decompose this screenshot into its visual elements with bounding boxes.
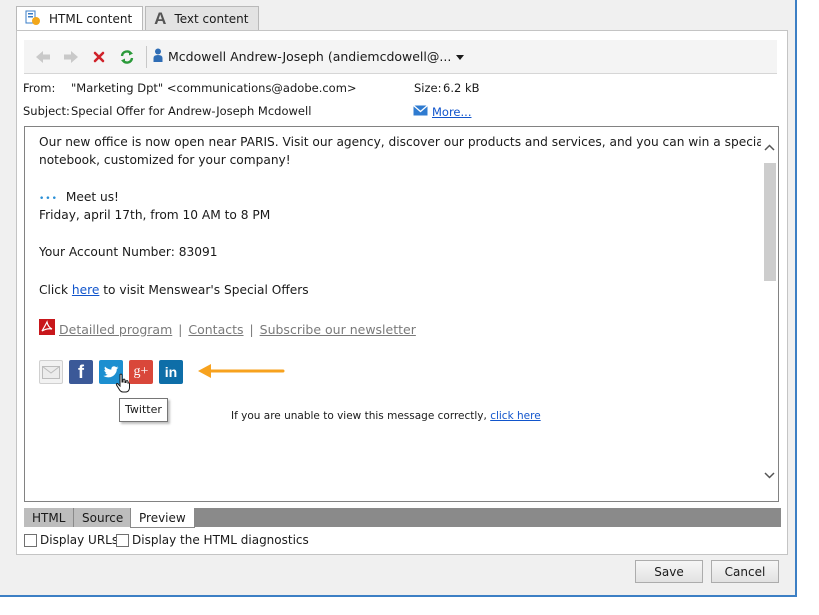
facebook-icon[interactable]: f (69, 360, 93, 384)
message-preview: Our new office is now open near PARIS. V… (24, 126, 779, 502)
display-urls-checkbox[interactable]: Display URLs (24, 533, 118, 547)
subject-label: Subject: (23, 104, 70, 118)
dots-icon: ••• (39, 194, 58, 204)
toolbar-separator (146, 45, 147, 68)
pdf-icon (39, 319, 55, 340)
view-tab-bar: HTML Source Preview (24, 508, 781, 528)
scroll-up-icon[interactable] (761, 139, 778, 156)
click-line: Click here to visit Menswear's Special O… (39, 281, 309, 299)
linkedin-icon[interactable]: in (159, 360, 183, 384)
detailled-program-link[interactable]: Detailled program (59, 321, 172, 339)
html-diagnostics-checkbox[interactable]: Display the HTML diagnostics (116, 533, 309, 547)
more-link-label: More... (432, 105, 472, 119)
click-suffix: to visit Menswear's Special Offers (103, 283, 309, 297)
person-icon (153, 48, 163, 65)
cancel-button[interactable]: Cancel (711, 560, 779, 583)
account-line: Your Account Number: 83091 (39, 245, 218, 259)
social-icons: f g+ in (39, 360, 183, 384)
html-diagnostics-label: Display the HTML diagnostics (132, 533, 309, 547)
tab-source-view[interactable]: Source (74, 508, 133, 527)
tab-text-content-label: Text content (174, 11, 249, 26)
orange-arrow-icon (197, 362, 287, 385)
here-link[interactable]: here (72, 283, 99, 297)
google-plus-icon[interactable]: g+ (129, 360, 153, 384)
more-link[interactable]: More... (413, 105, 471, 119)
subject-value: Special Offer for Andrew-Joseph Mcdowell (71, 104, 312, 118)
tab-text-content[interactable]: A Text content (145, 6, 260, 30)
intro-line-1: Our new office is now open near PARIS. V… (39, 135, 768, 149)
twitter-tooltip: Twitter (119, 398, 168, 422)
text-A-icon: A (154, 8, 167, 28)
unable-view-line: If you are unable to view this message c… (231, 407, 541, 425)
forward-arrow-icon[interactable] (60, 46, 82, 68)
html-diagnostics-box[interactable] (116, 533, 129, 547)
tab-html-view[interactable]: HTML (24, 508, 75, 527)
content-tabs: HTML content A Text content (16, 6, 260, 31)
meet-us-text: Meet us! (65, 190, 119, 204)
vertical-scrollbar[interactable] (761, 127, 778, 501)
contacts-link[interactable]: Contacts (188, 321, 243, 339)
tab-html-content[interactable]: HTML content (16, 6, 144, 31)
html-content-panel: Mcdowell Andrew-Joseph (andiemcdowell@..… (16, 30, 788, 555)
email-preview-window: HTML content A Text content Mcdowell And… (0, 0, 797, 597)
subscribe-newsletter-link[interactable]: Subscribe our newsletter (260, 321, 416, 339)
date-line: Friday, april 17th, from 10 AM to 8 PM (39, 208, 271, 222)
html-content-icon (25, 10, 41, 29)
link-separator: | (249, 322, 254, 337)
refresh-icon[interactable] (116, 46, 138, 68)
recipient-name: Mcdowell Andrew-Joseph (andiemcdowell@..… (168, 49, 452, 64)
email-share-icon[interactable] (39, 360, 63, 384)
click-here-link[interactable]: click here (490, 410, 540, 422)
footer-links: Detailled program | Contacts | Subscribe… (39, 319, 416, 340)
dropdown-triangle-icon[interactable] (456, 49, 465, 64)
back-arrow-icon[interactable] (32, 46, 54, 68)
from-value: "Marketing Dpt" <communications@adobe.co… (71, 81, 357, 95)
size-label: Size: (414, 81, 442, 95)
click-prefix: Click (39, 283, 69, 297)
display-urls-box[interactable] (24, 533, 37, 547)
scroll-down-icon[interactable] (761, 467, 778, 484)
from-label: From: (23, 81, 56, 95)
recipient-selector[interactable]: Mcdowell Andrew-Joseph (andiemcdowell@..… (153, 48, 465, 65)
tab-html-content-label: HTML content (49, 12, 133, 26)
scrollbar-thumb[interactable] (764, 163, 776, 281)
meet-us-line: ••• Meet us! (39, 188, 119, 208)
toolbar: Mcdowell Andrew-Joseph (andiemcdowell@..… (24, 40, 777, 74)
intro-line-2: notebook, customized for your company! (39, 153, 291, 167)
hand-cursor-icon (115, 373, 131, 398)
link-separator: | (178, 322, 183, 337)
size-value: 6.2 kB (443, 81, 480, 95)
save-button[interactable]: Save (635, 560, 703, 583)
delete-x-icon[interactable] (88, 46, 110, 68)
tab-preview-view[interactable]: Preview (130, 508, 195, 528)
display-urls-label: Display URLs (40, 533, 119, 547)
envelope-icon (413, 105, 428, 119)
unable-text: If you are unable to view this message c… (231, 410, 487, 422)
